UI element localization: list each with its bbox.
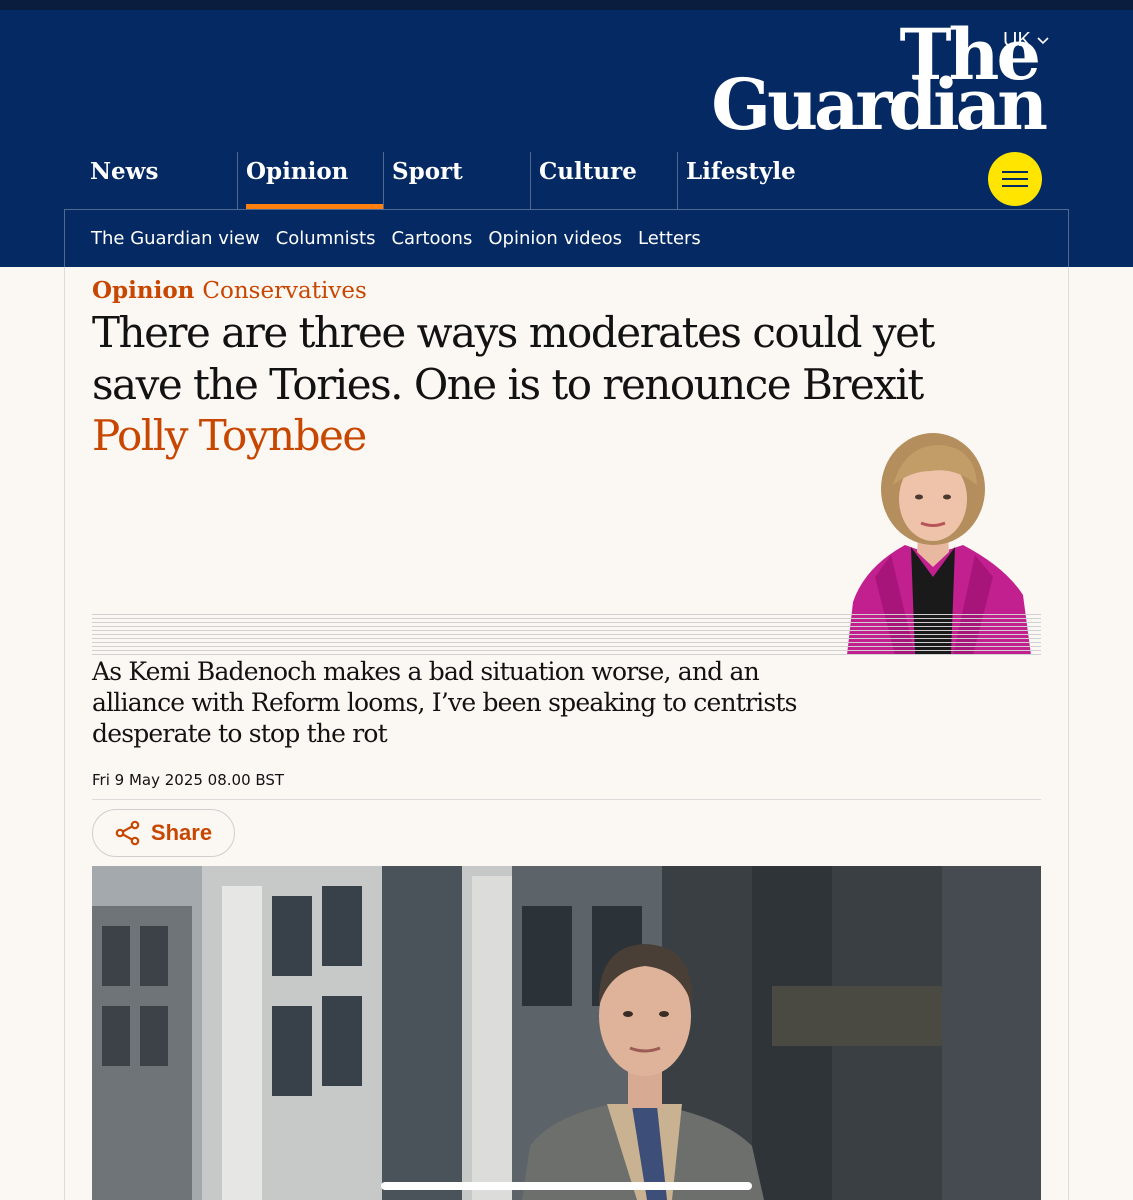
- article-headline: There are three ways moderates could yet…: [92, 308, 935, 409]
- pillar-label: News: [90, 158, 159, 185]
- divider: [92, 799, 1041, 800]
- hamburger-menu-icon: [1002, 171, 1028, 187]
- decorative-rules: [92, 614, 1041, 656]
- pillar-culture[interactable]: Culture: [530, 152, 676, 209]
- author-byline[interactable]: Polly Toynbee: [92, 410, 367, 462]
- subnav-cartoons[interactable]: Cartoons: [391, 228, 472, 249]
- article-main-image[interactable]: [92, 866, 1041, 1200]
- article-dateline[interactable]: Fri 9 May 2025 08.00 BST: [92, 771, 284, 789]
- pillar-nav: News Opinion Sport Culture Lifestyle: [64, 152, 1069, 209]
- pillar-label: Lifestyle: [686, 158, 796, 185]
- home-indicator[interactable]: [381, 1182, 752, 1190]
- subnav-opinion-videos[interactable]: Opinion videos: [488, 228, 622, 249]
- status-band: [0, 0, 1133, 10]
- subnav-guardian-view[interactable]: The Guardian view: [91, 228, 260, 249]
- article-kicker: Opinion Conservatives: [92, 277, 367, 304]
- share-button[interactable]: Share: [92, 809, 235, 857]
- kicker-section[interactable]: Conservatives: [202, 278, 366, 304]
- share-label: Share: [150, 820, 213, 845]
- logo-line-2: Guardian: [711, 63, 1048, 146]
- pillar-sport[interactable]: Sport: [383, 152, 529, 209]
- subnav-columnists[interactable]: Columnists: [276, 228, 376, 249]
- share-icon: [115, 820, 140, 846]
- kicker-pillar[interactable]: Opinion: [92, 277, 194, 304]
- subnav-letters[interactable]: Letters: [638, 228, 701, 249]
- pillar-news[interactable]: News: [64, 152, 210, 209]
- opinion-subnav: The Guardian view Columnists Cartoons Op…: [64, 209, 1069, 267]
- pillar-lifestyle[interactable]: Lifestyle: [677, 152, 823, 209]
- pillar-label: Sport: [392, 158, 463, 185]
- pillar-label: Opinion: [246, 158, 349, 185]
- menu-button[interactable]: [988, 152, 1042, 206]
- pillar-label: Culture: [539, 158, 637, 185]
- pillar-opinion[interactable]: Opinion: [237, 152, 383, 209]
- article-standfirst: As Kemi Badenoch makes a bad situation w…: [92, 657, 797, 748]
- guardian-logo[interactable]: The Guardian: [696, 20, 1048, 146]
